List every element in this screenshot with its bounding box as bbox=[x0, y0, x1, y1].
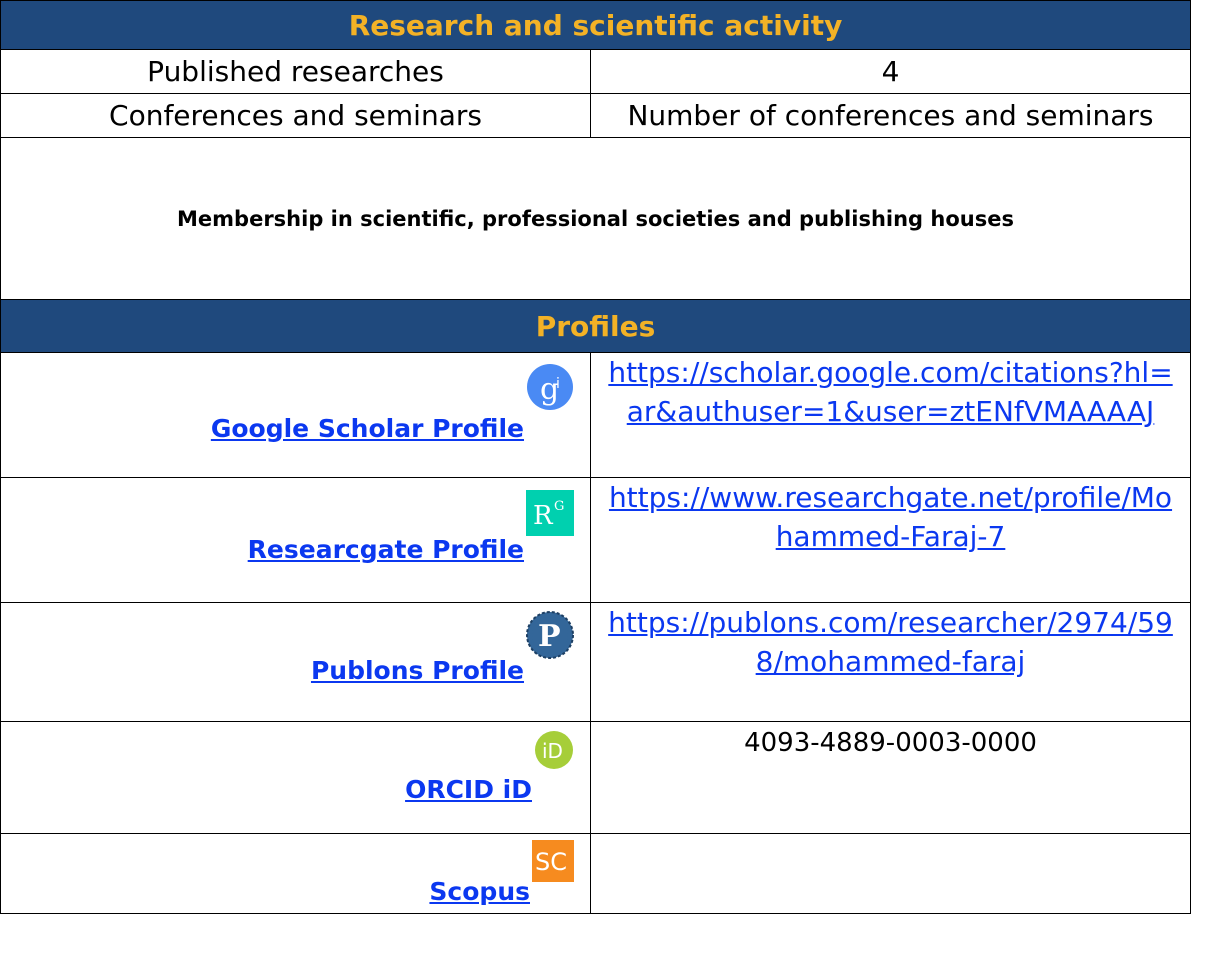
membership-text: Membership in scientific, professional s… bbox=[0, 137, 1192, 300]
google-scholar-cell: Google Scholar Profile gi bbox=[0, 352, 591, 478]
google-scholar-url[interactable]: https://scholar.google.com/citations?hl=… bbox=[591, 353, 1190, 431]
publons-cell: Publons Profile P bbox=[0, 602, 591, 722]
orcid-icon[interactable]: iD bbox=[534, 730, 574, 774]
researchgate-url-cell: https://www.researchgate.net/profile/Moh… bbox=[589, 477, 1192, 603]
researchgate-cell: Researcgate Profile RG bbox=[0, 477, 591, 603]
publons-link[interactable]: Publons Profile bbox=[311, 656, 524, 685]
researchgate-url[interactable]: https://www.researchgate.net/profile/Moh… bbox=[591, 478, 1190, 556]
profile-table: Research and scientific activity Publish… bbox=[0, 0, 1192, 914]
publons-url-cell: https://publons.com/researcher/2974/598/… bbox=[589, 602, 1192, 722]
research-header: Research and scientific activity bbox=[0, 0, 1192, 50]
scopus-icon[interactable]: SC bbox=[532, 840, 574, 886]
orcid-link[interactable]: ORCID iD bbox=[405, 775, 532, 804]
scopus-value-cell bbox=[589, 833, 1192, 914]
published-researches-label: Published researches bbox=[0, 49, 591, 94]
scopus-cell: Scopus SC bbox=[0, 833, 591, 914]
conferences-value: Number of conferences and seminars bbox=[589, 93, 1192, 138]
svg-text:iD: iD bbox=[542, 739, 563, 763]
google-scholar-icon[interactable]: gi bbox=[526, 363, 574, 415]
svg-text:R: R bbox=[533, 501, 554, 531]
publons-icon[interactable]: P bbox=[526, 611, 574, 663]
conferences-label: Conferences and seminars bbox=[0, 93, 591, 138]
google-scholar-url-cell: https://scholar.google.com/citations?hl=… bbox=[589, 352, 1192, 478]
orcid-value: 4093-4889-0003-0000 bbox=[744, 728, 1037, 758]
researchgate-icon[interactable]: RG bbox=[526, 490, 574, 540]
publons-url[interactable]: https://publons.com/researcher/2974/598/… bbox=[591, 603, 1190, 681]
orcid-cell: ORCID iD iD bbox=[0, 721, 591, 834]
svg-text:i: i bbox=[556, 376, 560, 392]
svg-text:SC: SC bbox=[535, 848, 567, 876]
published-researches-value: 4 bbox=[589, 49, 1192, 94]
researchgate-link[interactable]: Researcgate Profile bbox=[248, 535, 524, 564]
scopus-link[interactable]: Scopus bbox=[429, 877, 530, 906]
svg-text:G: G bbox=[554, 499, 564, 514]
google-scholar-link[interactable]: Google Scholar Profile bbox=[211, 414, 524, 443]
orcid-value-cell: 4093-4889-0003-0000 bbox=[589, 721, 1192, 834]
svg-text:P: P bbox=[538, 619, 561, 654]
profiles-header: Profiles bbox=[0, 299, 1192, 353]
